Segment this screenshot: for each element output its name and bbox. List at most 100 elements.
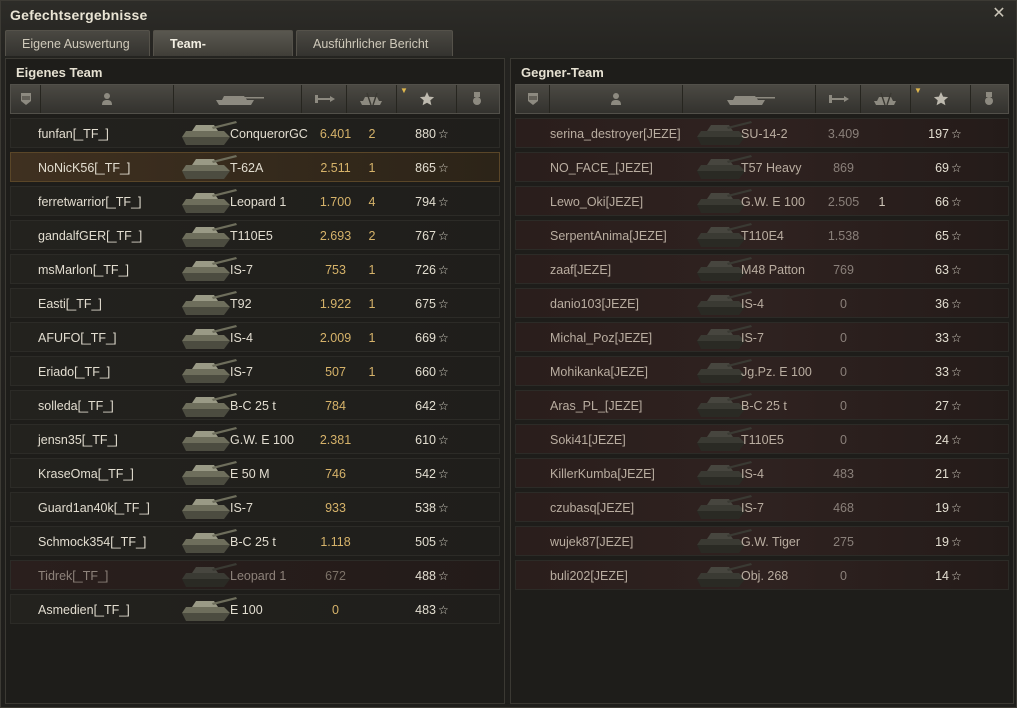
player-row[interactable]: wujek87[JEZE] G.W. Tiger 275 19 ☆ <box>515 526 1009 556</box>
vehicle-name: T110E4 <box>741 229 784 243</box>
xp-star-icon: ☆ <box>951 467 962 481</box>
column-header-kills[interactable] <box>347 85 397 113</box>
column-header-tank[interactable] <box>174 85 302 113</box>
kills-value <box>871 255 893 283</box>
damage-value: 1.538 <box>827 229 860 243</box>
player-name: Asmedien[_TF_] <box>38 603 130 617</box>
player-row[interactable]: KraseOma[_TF_] E 50 M 746 542 ☆ <box>10 458 500 488</box>
xp-value: 660 <box>415 365 436 379</box>
player-row[interactable]: czubasq[JEZE] IS-7 468 19 ☆ <box>515 492 1009 522</box>
player-name: KraseOma[_TF_] <box>38 467 134 481</box>
player-row[interactable]: buli202[JEZE] Obj. 268 0 14 ☆ <box>515 560 1009 590</box>
vehicle-name: IS-7 <box>741 331 764 345</box>
column-header-damage[interactable] <box>816 85 861 113</box>
kills-value <box>871 357 893 385</box>
player-icon <box>609 92 623 106</box>
xp-star-icon: ☆ <box>438 127 449 141</box>
damage-value: 2.009 <box>319 331 352 345</box>
xp-value: 33 <box>935 331 949 345</box>
player-row[interactable]: Tidrek[_TF_] Leopard 1 672 488 ☆ <box>10 560 500 590</box>
player-row[interactable]: NoNicK56[_TF_] T-62A 2.511 1 865 ☆ <box>10 152 500 182</box>
own-team-panel: Eigenes Team ▼ funfan[_TF_] ConquerorGC 6.… <box>5 58 505 704</box>
player-row[interactable]: danio103[JEZE] IS-4 0 36 ☆ <box>515 288 1009 318</box>
column-header-damage[interactable] <box>302 85 347 113</box>
sort-arrow-icon: ▼ <box>914 86 922 95</box>
player-name: buli202[JEZE] <box>550 569 628 583</box>
damage-value: 1.118 <box>320 535 351 549</box>
player-name: Aras_PL_[JEZE] <box>550 399 643 413</box>
player-name: Easti[_TF_] <box>38 297 102 311</box>
player-row[interactable]: Lewo_Oki[JEZE] G.W. E 100 2.505 1 66 ☆ <box>515 186 1009 216</box>
player-row[interactable]: Eriado[_TF_] IS-7 507 1 660 ☆ <box>10 356 500 386</box>
player-row[interactable]: ferretwarrior[_TF_] Leopard 1 1.700 4 794 ☆ <box>10 186 500 216</box>
damage-value: 933 <box>325 501 346 515</box>
kills-icon <box>871 92 901 106</box>
player-row[interactable]: solleda[_TF_] B-C 25 t 784 642 ☆ <box>10 390 500 420</box>
column-header-player[interactable] <box>550 85 683 113</box>
player-icon <box>100 92 114 106</box>
column-header-medal[interactable] <box>457 85 497 113</box>
column-header-xp-star[interactable]: ▼ <box>911 85 971 113</box>
player-row[interactable]: Easti[_TF_] T92 1.922 1 675 ☆ <box>10 288 500 318</box>
tab-own-evaluation[interactable]: Eigene Auswertung <box>5 30 150 56</box>
damage-value: 0 <box>840 569 847 583</box>
column-header-xp-star[interactable]: ▼ <box>397 85 457 113</box>
xp-star-icon: ☆ <box>438 569 449 583</box>
tank-image <box>176 527 238 555</box>
player-row[interactable]: Guard1an40k[_TF_] IS-7 933 538 ☆ <box>10 492 500 522</box>
player-row[interactable]: NO_FACE_[JEZE] T57 Heavy 869 69 ☆ <box>515 152 1009 182</box>
tank-image <box>176 323 238 351</box>
tab-bar: Eigene Auswertung Team-Auswertung Ausfüh… <box>5 30 453 77</box>
column-header-player[interactable] <box>41 85 174 113</box>
player-row[interactable]: funfan[_TF_] ConquerorGC 6.401 2 880 ☆ <box>10 118 500 148</box>
kills-value <box>871 391 893 419</box>
player-row[interactable]: msMarlon[_TF_] IS-7 753 1 726 ☆ <box>10 254 500 284</box>
title-bar: Gefechtsergebnisse ✕ <box>1 1 1016 29</box>
kills-value <box>361 493 383 521</box>
vehicle-name: Jg.Pz. E 100 <box>741 365 812 379</box>
column-header-medal[interactable] <box>971 85 1006 113</box>
tab-team-evaluation[interactable]: Team-Auswertung <box>153 30 293 77</box>
player-row[interactable]: jensn35[_TF_] G.W. E 100 2.381 610 ☆ <box>10 424 500 454</box>
player-row[interactable]: serina_destroyer[JEZE] SU-14-2 3.409 197 ☆ <box>515 118 1009 148</box>
kills-value <box>871 425 893 453</box>
xp-star-icon: ☆ <box>438 195 449 209</box>
close-icon[interactable]: ✕ <box>990 5 1008 23</box>
player-name: wujek87[JEZE] <box>550 535 634 549</box>
xp-star-icon: ☆ <box>438 331 449 345</box>
damage-value: 869 <box>833 161 854 175</box>
vehicle-name: G.W. E 100 <box>230 433 294 447</box>
player-row[interactable]: AFUFO[_TF_] IS-4 2.009 1 669 ☆ <box>10 322 500 352</box>
xp-value: 642 <box>415 399 436 413</box>
player-row[interactable]: Mohikanka[JEZE] Jg.Pz. E 100 0 33 ☆ <box>515 356 1009 386</box>
player-row[interactable]: KillerKumba[JEZE] IS-4 483 21 ☆ <box>515 458 1009 488</box>
xp-star-icon: ☆ <box>438 535 449 549</box>
player-row[interactable]: Soki41[JEZE] T110E5 0 24 ☆ <box>515 424 1009 454</box>
xp-value: 36 <box>935 297 949 311</box>
damage-value: 2.505 <box>827 195 860 209</box>
player-row[interactable]: Schmock354[_TF_] B-C 25 t 1.118 505 ☆ <box>10 526 500 556</box>
player-row[interactable]: Michal_Poz[JEZE] IS-7 0 33 ☆ <box>515 322 1009 352</box>
player-row[interactable]: gandalfGER[_TF_] T110E5 2.693 2 767 ☆ <box>10 220 500 250</box>
xp-value: 767 <box>415 229 436 243</box>
column-header-platoon[interactable] <box>516 85 550 113</box>
damage-value: 0 <box>840 365 847 379</box>
player-row[interactable]: Asmedien[_TF_] E 100 0 483 ☆ <box>10 594 500 624</box>
xp-star-icon: ☆ <box>438 263 449 277</box>
column-header-tank[interactable] <box>683 85 816 113</box>
tank-image <box>176 289 238 317</box>
xp-value: 488 <box>415 569 436 583</box>
column-header-platoon[interactable] <box>11 85 41 113</box>
damage-value: 3.409 <box>827 127 860 141</box>
player-row[interactable]: Aras_PL_[JEZE] B-C 25 t 0 27 ☆ <box>515 390 1009 420</box>
damage-value: 746 <box>325 467 346 481</box>
player-name: Guard1an40k[_TF_] <box>38 501 150 515</box>
player-row[interactable]: SerpentAnima[JEZE] T110E4 1.538 65 ☆ <box>515 220 1009 250</box>
vehicle-name: T92 <box>230 297 252 311</box>
column-header-kills[interactable] <box>861 85 911 113</box>
player-row[interactable]: zaaf[JEZE] M48 Patton 769 63 ☆ <box>515 254 1009 284</box>
kills-value <box>871 493 893 521</box>
player-name: funfan[_TF_] <box>38 127 109 141</box>
medal-icon <box>471 91 483 107</box>
tab-detailed-report[interactable]: Ausführlicher Bericht <box>296 30 453 56</box>
